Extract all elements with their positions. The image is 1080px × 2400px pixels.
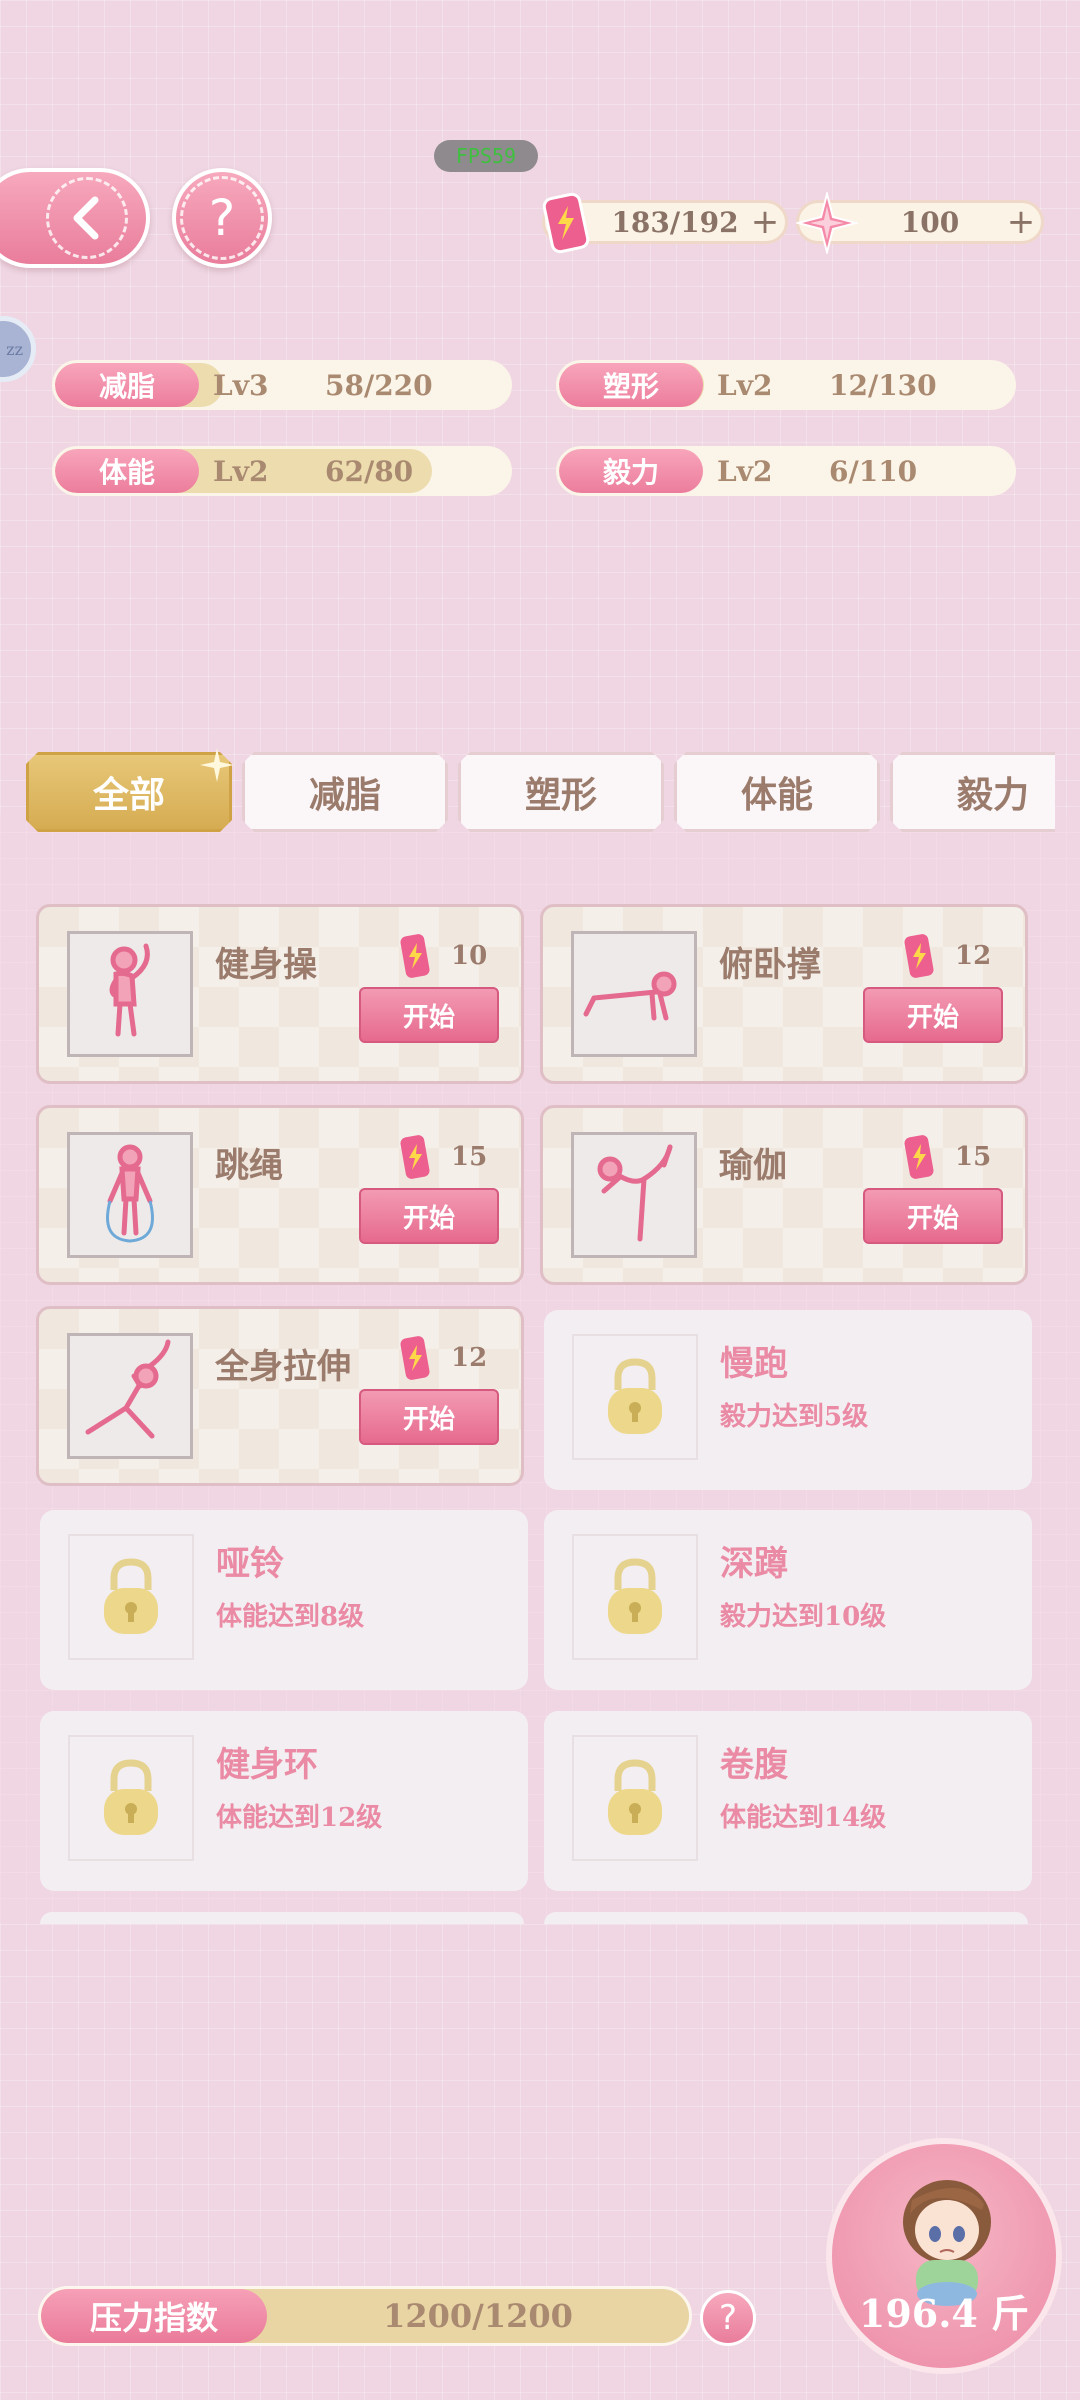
sparkle-icon (200, 748, 234, 786)
start-button[interactable]: 开始 (359, 1188, 499, 1244)
stat-name: 毅力 (559, 449, 703, 493)
stat-progress: 6/110 (829, 454, 918, 488)
lock-icon (68, 1534, 194, 1660)
side-bubble[interactable]: zz (0, 316, 36, 382)
stat-name: 减脂 (55, 363, 199, 407)
pushup-figure-icon (571, 931, 697, 1057)
exercise-card[interactable]: 俯卧撑 12 开始 (540, 904, 1028, 1084)
exercise-card[interactable]: 瑜伽 15 开始 (540, 1105, 1028, 1285)
exercise-name: 健身环 (216, 1745, 318, 1785)
stat-progress: 58/220 (325, 368, 433, 402)
question-icon: ? (718, 2298, 738, 2338)
energy-can-icon (395, 1132, 435, 1186)
stat-progress: 62/80 (325, 454, 414, 488)
stat-level: Lv2 (717, 454, 773, 488)
energy-can-icon (540, 190, 592, 258)
exercise-card-locked[interactable]: 健身环 体能达到12级 (40, 1711, 528, 1891)
exercise-cost: 15 (451, 1142, 488, 1172)
unlock-requirement: 毅力达到5级 (720, 1402, 869, 1432)
aerobics-figure-icon (67, 931, 193, 1057)
tab-shaping[interactable]: 塑形 (458, 752, 664, 832)
tab-fat-loss[interactable]: 减脂 (242, 752, 448, 832)
tab-stamina[interactable]: 体能 (674, 752, 880, 832)
pressure-bar: 压力指数 1200/1200 (38, 2286, 692, 2346)
exercise-name: 全身拉伸 (215, 1347, 351, 1387)
lock-icon (68, 1735, 194, 1861)
stat-shaping: 塑形 Lv2 12/130 (556, 360, 1016, 410)
exercise-name: 健身操 (215, 945, 317, 985)
stat-name: 体能 (55, 449, 199, 493)
weight-value: 196.4 斤 (858, 2291, 1030, 2336)
exercise-card[interactable]: 跳绳 15 开始 (36, 1105, 524, 1285)
exercise-name: 卷腹 (720, 1745, 788, 1785)
question-icon: ? (208, 189, 236, 247)
stat-progress: 12/130 (829, 368, 937, 402)
stat-name: 塑形 (559, 363, 703, 407)
start-button[interactable]: 开始 (863, 987, 1003, 1043)
gem-value: 100 (900, 205, 960, 239)
exercise-name: 慢跑 (720, 1344, 788, 1384)
start-button[interactable]: 开始 (359, 987, 499, 1043)
start-button[interactable]: 开始 (359, 1389, 499, 1445)
energy-can-icon (395, 931, 435, 985)
stretch-figure-icon (67, 1333, 193, 1459)
exercise-card[interactable]: 全身拉伸 12 开始 (36, 1306, 524, 1486)
stat-perseverance: 毅力 Lv2 6/110 (556, 446, 1016, 496)
unlock-requirement: 毅力达到10级 (720, 1602, 887, 1632)
exercise-name: 哑铃 (216, 1544, 284, 1584)
exercise-name: 瑜伽 (719, 1146, 787, 1186)
lock-icon (572, 1334, 698, 1460)
start-button[interactable]: 开始 (863, 1188, 1003, 1244)
jump-rope-figure-icon (67, 1132, 193, 1258)
stat-level: Lv3 (213, 368, 269, 402)
energy-can-icon (395, 1333, 435, 1387)
tab-perseverance[interactable]: 毅力 (890, 752, 1055, 832)
character-weight-button[interactable]: 196.4 斤 (826, 2138, 1062, 2374)
energy-plus-button[interactable]: + (745, 202, 785, 242)
energy-value: 183/192 (611, 205, 739, 239)
exercise-name: 深蹲 (720, 1544, 788, 1584)
back-button[interactable] (0, 168, 150, 268)
help-button[interactable]: ? (172, 168, 272, 268)
exercise-cost: 12 (451, 1343, 488, 1373)
stat-fat-loss: 减脂 Lv3 58/220 (52, 360, 512, 410)
unlock-requirement: 体能达到12级 (216, 1803, 383, 1833)
energy-can-icon (899, 931, 939, 985)
exercise-card-partial (544, 1912, 1028, 1924)
star-gem-icon (794, 190, 860, 258)
lock-icon (572, 1735, 698, 1861)
exercise-card-partial (40, 1912, 524, 1924)
exercise-card-locked[interactable]: 卷腹 体能达到14级 (544, 1711, 1032, 1891)
energy-can-icon (899, 1132, 939, 1186)
pressure-label: 压力指数 (41, 2289, 267, 2343)
category-tabs: 全部 减脂 塑形 体能 毅力 (0, 748, 1055, 838)
pressure-help-button[interactable]: ? (700, 2290, 756, 2346)
unlock-requirement: 体能达到14级 (720, 1803, 887, 1833)
exercise-card-locked[interactable]: 深蹲 毅力达到10级 (544, 1510, 1032, 1690)
exercise-card-locked[interactable]: 慢跑 毅力达到5级 (544, 1310, 1032, 1490)
stat-stamina: 体能 Lv2 62/80 (52, 446, 512, 496)
exercise-name: 俯卧撑 (719, 945, 821, 985)
exercise-cost: 12 (955, 941, 992, 971)
gem-plus-button[interactable]: + (1001, 202, 1041, 242)
stat-level: Lv2 (213, 454, 269, 488)
exercise-card[interactable]: 健身操 10 开始 (36, 904, 524, 1084)
stat-level: Lv2 (717, 368, 773, 402)
exercise-name: 跳绳 (215, 1146, 283, 1186)
lock-icon (572, 1534, 698, 1660)
yoga-figure-icon (571, 1132, 697, 1258)
unlock-requirement: 体能达到8级 (216, 1602, 365, 1632)
pressure-value: 1200/1200 (383, 2297, 573, 2335)
exercise-cost: 10 (451, 941, 488, 971)
exercise-cost: 15 (955, 1142, 992, 1172)
exercise-card-locked[interactable]: 哑铃 体能达到8级 (40, 1510, 528, 1690)
fps-counter: FPS59 (434, 140, 538, 172)
chevron-left-icon (46, 177, 128, 259)
